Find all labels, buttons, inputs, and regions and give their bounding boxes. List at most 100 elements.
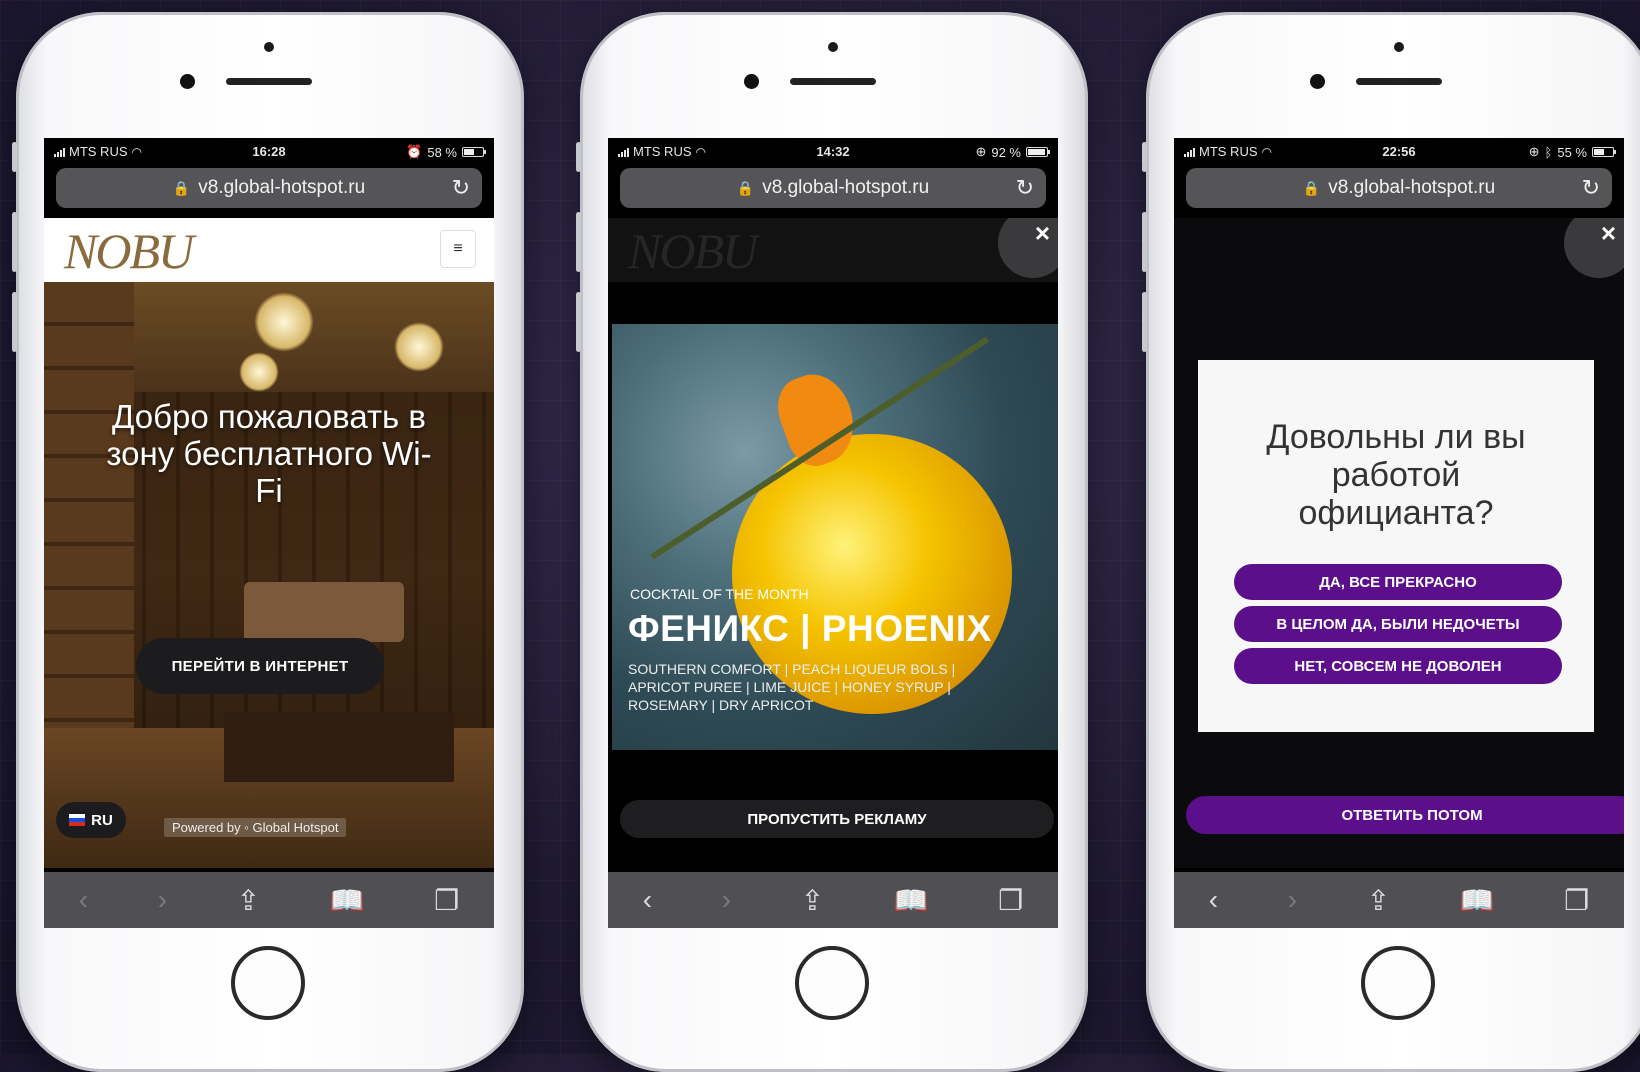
go-online-button[interactable]: ПЕРЕЙТИ В ИНТЕРНЕТ [136,638,384,694]
nobu-logo: NOBU [628,223,758,279]
screen: MTS RUS ◠ 16:28 ⏰ 58 % 🔒 v8.global-hotsp… [44,138,494,928]
battery-percent: 92 % [991,144,1021,160]
language-button[interactable]: RU [56,802,126,838]
chandelier [239,352,279,392]
alarm-icon: ⏰ [406,144,423,159]
survey-question: Довольны ли вы работой официанта? [1266,418,1526,532]
restaurant-photo [44,282,494,868]
chandelier [394,322,444,372]
volume-down-button [1142,292,1147,352]
url-text: v8.global-hotspot.ru [198,177,366,198]
earpiece-speaker [1356,78,1442,85]
cocktail-advert[interactable]: COCKTAIL OF THE MONTH ФЕНИКС | PHOENIX S… [612,324,1058,750]
bluetooth-icon: ᛒ [1544,144,1553,160]
mute-switch [576,142,581,172]
battery-icon [1592,147,1616,157]
phone-survey: MTS RUS ◠ 22:56 ⊕ ᛒ 55 % 🔒 v8.global-hot… [1142,12,1640,1072]
proximity-sensor [264,42,274,52]
skip-ad-button[interactable]: ПРОПУСТИТЬ РЕКЛАМУ [620,800,1054,838]
proximity-sensor [828,42,838,52]
welcome-heading: Добро пожаловать в зону бесплатного Wi-F… [106,398,432,509]
volume-down-button [12,292,17,352]
browser-toolbar: ‹ › ⇪ 📖 ❐ [1174,872,1624,928]
orientation-lock-icon: ⊕ [1528,144,1540,159]
battery-fill [1594,149,1604,155]
ad-description: SOUTHERN COMFORT | PEACH LIQUEUR BOLS | … [628,661,956,713]
earpiece-speaker [790,78,876,85]
answer-not-satisfied-button[interactable]: НЕТ, СОВСЕМ НЕ ДОВОЛЕН [1234,648,1562,684]
url-text: v8.global-hotspot.ru [762,177,930,198]
tabs-icon[interactable]: ❐ [1564,884,1589,917]
share-icon[interactable]: ⇪ [801,884,824,917]
site-header-dimmed: NOBU [608,218,1058,282]
share-icon[interactable]: ⇪ [237,884,260,917]
earpiece-speaker [226,78,312,85]
tabs-icon[interactable]: ❐ [434,884,459,917]
battery-percent: 55 % [1557,144,1587,160]
lock-icon: 🔒 [736,179,755,196]
browser-toolbar: ‹ › ⇪ 📖 ❐ [44,872,494,928]
nobu-logo[interactable]: NOBU [64,222,194,280]
answer-later-button[interactable]: ОТВЕТИТЬ ПОТОМ [1186,796,1624,834]
answer-excellent-button[interactable]: ДА, ВСЕ ПРЕКРАСНО [1234,564,1562,600]
url-bar[interactable]: 🔒 v8.global-hotspot.ru ↻ [1186,168,1612,208]
reload-icon[interactable]: ↻ [1582,175,1600,201]
close-icon: × [1034,218,1050,248]
status-bar: MTS RUS ◠ 14:32 ⊕ 92 % [608,138,1058,164]
url-text: v8.global-hotspot.ru [1328,177,1496,198]
reload-icon[interactable]: ↻ [1016,175,1034,201]
phone-welcome: MTS RUS ◠ 16:28 ⏰ 58 % 🔒 v8.global-hotsp… [12,12,524,1072]
bookmarks-icon[interactable]: 📖 [894,884,929,917]
page-content: NOBU ≡ Добро пожаловать в зону бесплатно… [44,218,494,868]
battery-fill [1028,149,1045,155]
bookmarks-icon[interactable]: 📖 [1460,884,1495,917]
chandelier [254,292,314,352]
screen: MTS RUS ◠ 14:32 ⊕ 92 % 🔒 v8.global-hotsp… [608,138,1058,928]
back-icon[interactable]: ‹ [1209,884,1218,916]
volume-down-button [576,292,581,352]
proximity-sensor [1394,42,1404,52]
site-header: NOBU ≡ [44,218,494,282]
screen: MTS RUS ◠ 22:56 ⊕ ᛒ 55 % 🔒 v8.global-hot… [1174,138,1624,928]
phone-advert: MTS RUS ◠ 14:32 ⊕ 92 % 🔒 v8.global-hotsp… [576,12,1088,1072]
back-icon[interactable]: ‹ [79,884,88,916]
forward-icon[interactable]: › [722,884,731,916]
volume-up-button [1142,212,1147,272]
battery-fill [464,149,475,155]
orientation-lock-icon: ⊕ [975,144,987,159]
menu-icon[interactable]: ≡ [440,230,476,268]
home-button[interactable] [1361,946,1435,1020]
tabs-icon[interactable]: ❐ [998,884,1023,917]
close-icon: × [1600,218,1616,248]
battery-icon [1026,147,1050,157]
survey-dialog: Довольны ли вы работой официанта? ДА, ВС… [1198,360,1594,732]
powered-by[interactable]: Powered by ◦ Global Hotspot [164,818,347,837]
url-bar[interactable]: 🔒 v8.global-hotspot.ru ↻ [56,168,482,208]
reload-icon[interactable]: ↻ [452,175,470,201]
mute-switch [12,142,17,172]
volume-up-button [576,212,581,272]
page-content: NOBU × COCKTAIL OF THE MONTH ФЕНИКС | PH… [608,218,1058,868]
status-bar: MTS RUS ◠ 16:28 ⏰ 58 % [44,138,494,164]
front-camera [744,74,759,89]
page-content: × Довольны ли вы работой официанта? ДА, … [1174,218,1624,868]
battery-percent: 58 % [427,144,457,160]
front-camera [1310,74,1325,89]
share-icon[interactable]: ⇪ [1367,884,1390,917]
bench [244,582,404,642]
lock-icon: 🔒 [1302,179,1321,196]
home-button[interactable] [795,946,869,1020]
answer-mostly-yes-button[interactable]: В ЦЕЛОМ ДА, БЫЛИ НЕДОЧЕТЫ [1234,606,1562,642]
mute-switch [1142,142,1147,172]
home-button[interactable] [231,946,305,1020]
volume-up-button [12,212,17,272]
table [224,712,454,782]
forward-icon[interactable]: › [1288,884,1297,916]
battery-icon [462,147,486,157]
url-bar[interactable]: 🔒 v8.global-hotspot.ru ↻ [620,168,1046,208]
back-icon[interactable]: ‹ [643,884,652,916]
lock-icon: 🔒 [172,179,191,196]
bookmarks-icon[interactable]: 📖 [330,884,365,917]
forward-icon[interactable]: › [158,884,167,916]
ad-subtitle: COCKTAIL OF THE MONTH [630,586,809,602]
